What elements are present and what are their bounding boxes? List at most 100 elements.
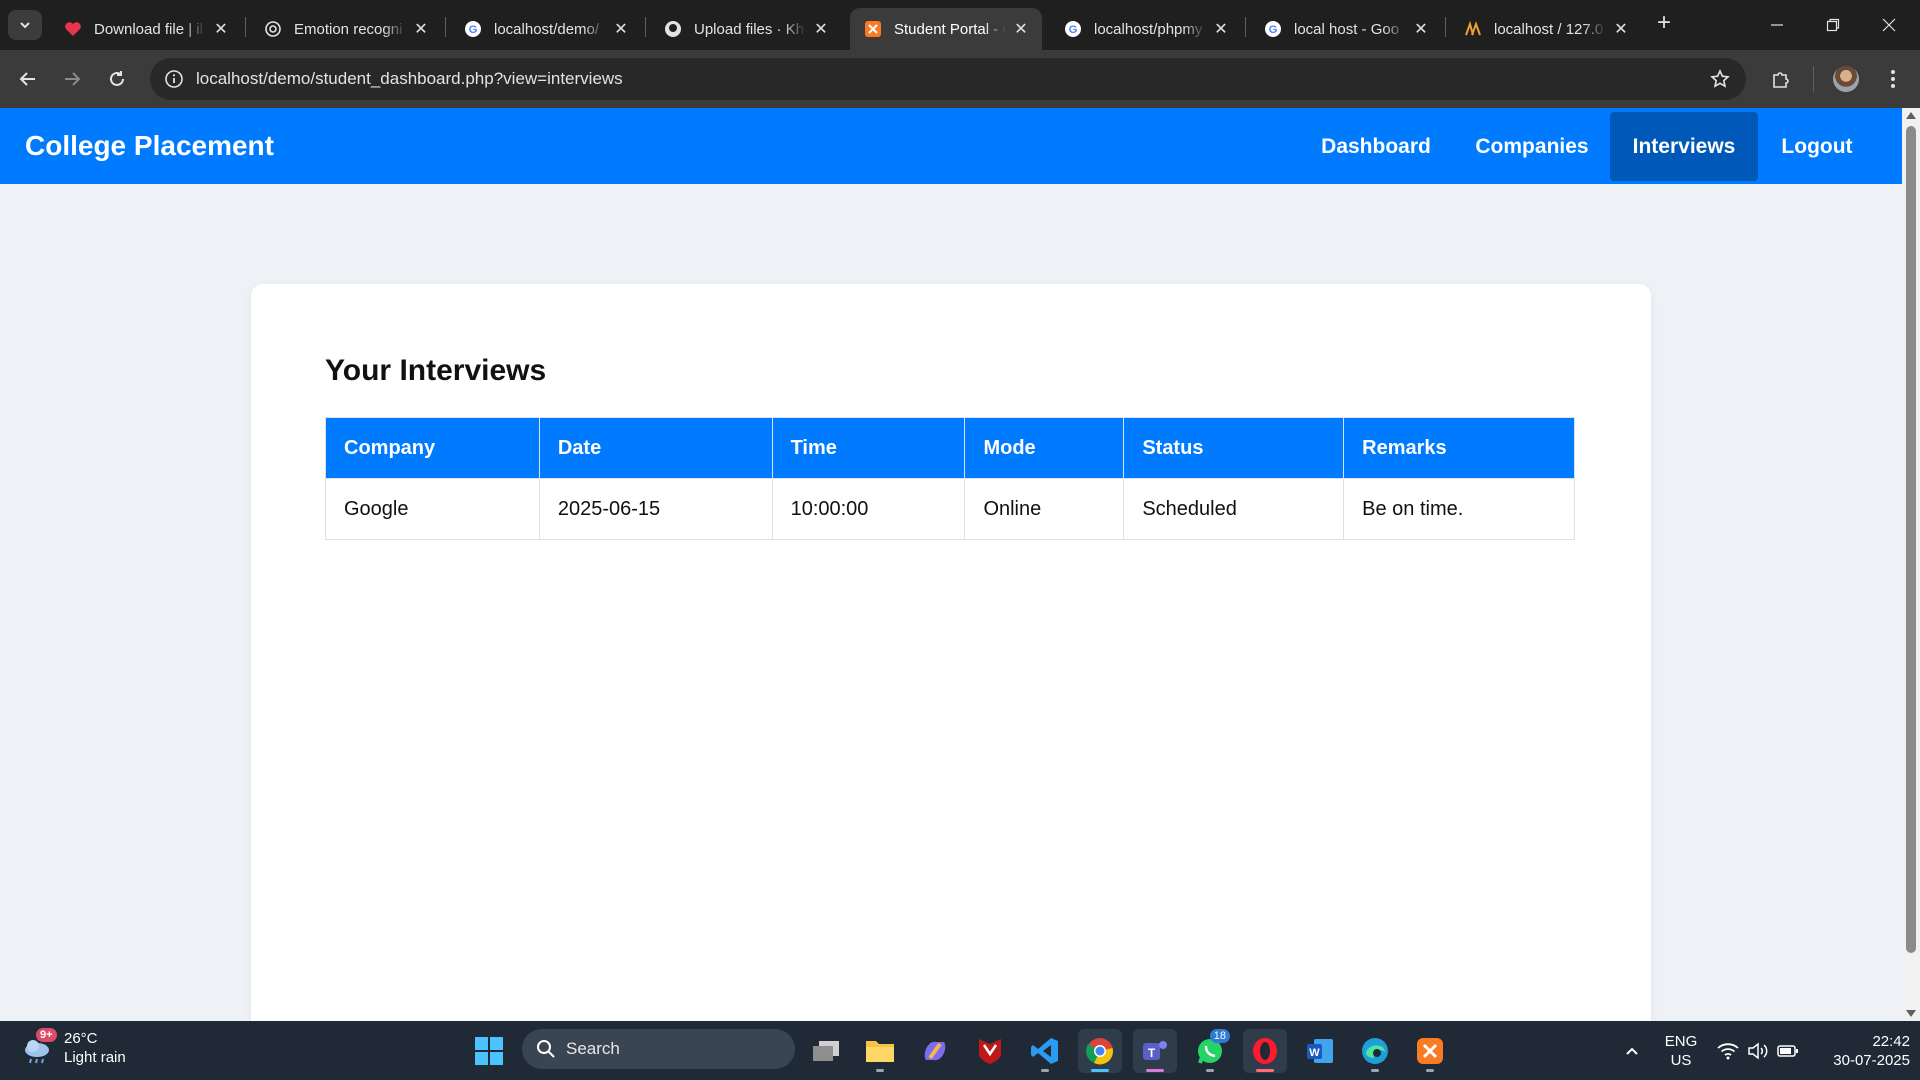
svg-text:G: G <box>1269 24 1278 36</box>
tab-local-host-google[interactable]: G local host - Goo ✕ <box>1250 8 1442 50</box>
tab-title: Student Portal - C <box>894 20 1006 38</box>
taskbar-edge[interactable] <box>1353 1029 1397 1073</box>
running-indicator <box>1091 1069 1109 1072</box>
close-icon[interactable]: ✕ <box>1012 19 1030 39</box>
taskbar-word[interactable]: W <box>1298 1029 1342 1073</box>
windows-taskbar: 9+ 26°C Light rain Search T 18 W ENG US … <box>0 1021 1920 1080</box>
close-icon[interactable]: ✕ <box>612 19 630 39</box>
taskbar-mcafee[interactable] <box>968 1029 1012 1073</box>
extensions-button[interactable] <box>1765 63 1797 95</box>
close-window-button[interactable] <box>1866 10 1912 40</box>
tab-title: local host - Goo <box>1294 20 1400 38</box>
bookmark-star-icon[interactable] <box>1708 67 1732 91</box>
clock[interactable]: 22:42 30-07-2025 <box>1810 1032 1910 1070</box>
taskbar-teams[interactable]: T <box>1133 1029 1177 1073</box>
tab-download-file[interactable]: Download file | il ✕ <box>50 8 242 50</box>
start-button[interactable] <box>467 1029 511 1073</box>
openai-icon <box>264 20 282 38</box>
language-line1: ENG <box>1664 1033 1698 1050</box>
tab-title: localhost/phpmy <box>1094 20 1203 38</box>
cell-company: Google <box>325 478 540 540</box>
arrow-left-icon <box>19 72 35 86</box>
reload-button[interactable] <box>101 63 133 95</box>
scroll-up-arrow-icon[interactable] <box>1906 112 1916 119</box>
taskbar-chrome[interactable] <box>1078 1029 1122 1073</box>
nav-logout[interactable]: Logout <box>1764 112 1870 181</box>
chrome-icon <box>1085 1038 1113 1065</box>
svg-text:T: T <box>1148 1046 1156 1060</box>
site-brand[interactable]: College Placement <box>25 130 274 162</box>
toolbar-separator <box>1813 66 1814 92</box>
close-icon[interactable]: ✕ <box>1612 19 1630 39</box>
taskbar-vscode[interactable] <box>1023 1029 1067 1073</box>
folder-icon <box>866 1041 894 1062</box>
tab-title: Download file | il <box>94 20 203 38</box>
vscode-icon <box>1031 1038 1058 1064</box>
menu-button[interactable] <box>1877 63 1909 95</box>
page-scrollbar[interactable] <box>1902 108 1920 1021</box>
reload-icon <box>110 71 124 86</box>
column-header-date: Date <box>538 417 773 479</box>
forward-button[interactable] <box>56 63 88 95</box>
tab-emotion-recognition[interactable]: Emotion recogni ✕ <box>250 8 442 50</box>
column-header-time: Time <box>771 417 966 479</box>
teams-icon: T <box>1143 1041 1167 1060</box>
tab-student-portal[interactable]: Student Portal - C ✕ <box>850 8 1042 50</box>
close-icon[interactable]: ✕ <box>1212 19 1230 39</box>
profile-button[interactable] <box>1830 63 1862 95</box>
xampp-icon <box>864 20 882 38</box>
interviews-card: Your Interviews Company Date Time Mode S… <box>251 284 1651 1021</box>
running-indicator <box>1041 1069 1049 1072</box>
scroll-down-arrow-icon[interactable] <box>1906 1010 1916 1017</box>
google-icon: G <box>464 20 482 38</box>
language-indicator[interactable]: ENG US <box>1660 1032 1702 1070</box>
table-row: Google 2025-06-15 10:00:00 Online Schedu… <box>325 478 1575 540</box>
nav-companies[interactable]: Companies <box>1458 112 1606 181</box>
nav-interviews[interactable]: Interviews <box>1610 112 1758 181</box>
xampp-icon <box>1417 1038 1443 1064</box>
weather-widget[interactable]: 9+ 26°C Light rain <box>20 1028 126 1067</box>
close-icon <box>1882 18 1896 32</box>
clock-time: 22:42 <box>1872 1033 1910 1050</box>
svg-text:G: G <box>469 24 478 36</box>
minimize-button[interactable] <box>1754 10 1800 40</box>
word-icon: W <box>1307 1039 1333 1063</box>
close-icon[interactable]: ✕ <box>412 19 430 39</box>
close-icon[interactable]: ✕ <box>1412 19 1430 39</box>
scrollbar-thumb[interactable] <box>1906 126 1916 953</box>
speaker-icon <box>1748 1042 1768 1060</box>
running-indicator <box>1146 1069 1164 1072</box>
tab-strip: Download file | il ✕ Emotion recogni ✕ G… <box>0 0 1920 50</box>
language-line2: US <box>1670 1052 1692 1069</box>
tab-localhost-phpmyadmin[interactable]: G localhost/phpmy ✕ <box>1050 8 1242 50</box>
back-button[interactable] <box>12 63 44 95</box>
cell-remarks: Be on time. <box>1343 478 1575 540</box>
close-icon[interactable]: ✕ <box>812 19 830 39</box>
nav-dashboard[interactable]: Dashboard <box>1306 112 1446 181</box>
address-bar[interactable]: localhost/demo/student_dashboard.php?vie… <box>150 58 1746 100</box>
tab-upload-files[interactable]: Upload files · Khu ✕ <box>650 8 842 50</box>
restore-button[interactable] <box>1810 10 1856 40</box>
taskbar-search[interactable]: Search <box>522 1029 795 1069</box>
column-header-company: Company <box>325 417 540 479</box>
page-viewport: College Placement Dashboard Companies In… <box>0 108 1902 1021</box>
running-indicator <box>1426 1069 1434 1072</box>
taskbar-copilot[interactable] <box>913 1029 957 1073</box>
taskbar-file-explorer[interactable] <box>858 1029 902 1073</box>
column-header-remarks: Remarks <box>1343 417 1575 479</box>
taskbar-xampp[interactable] <box>1408 1029 1452 1073</box>
site-info-icon[interactable] <box>162 67 186 91</box>
taskbar-whatsapp[interactable]: 18 <box>1188 1029 1232 1073</box>
new-tab-button[interactable]: + <box>1652 11 1676 36</box>
quick-settings-button[interactable] <box>1708 1029 1808 1073</box>
task-view-button[interactable] <box>804 1029 848 1073</box>
taskbar-opera[interactable] <box>1243 1029 1287 1073</box>
tab-localhost-demo[interactable]: G localhost/demo/ ✕ <box>450 8 642 50</box>
heart-icon <box>64 20 82 38</box>
tab-search-button[interactable] <box>8 10 42 40</box>
tab-localhost-127[interactable]: localhost / 127.0 ✕ <box>1450 8 1642 50</box>
close-icon[interactable]: ✕ <box>212 19 230 39</box>
edge-icon <box>1362 1038 1388 1064</box>
show-hidden-icons-button[interactable] <box>1610 1029 1654 1073</box>
address-url[interactable]: localhost/demo/student_dashboard.php?vie… <box>196 69 623 89</box>
